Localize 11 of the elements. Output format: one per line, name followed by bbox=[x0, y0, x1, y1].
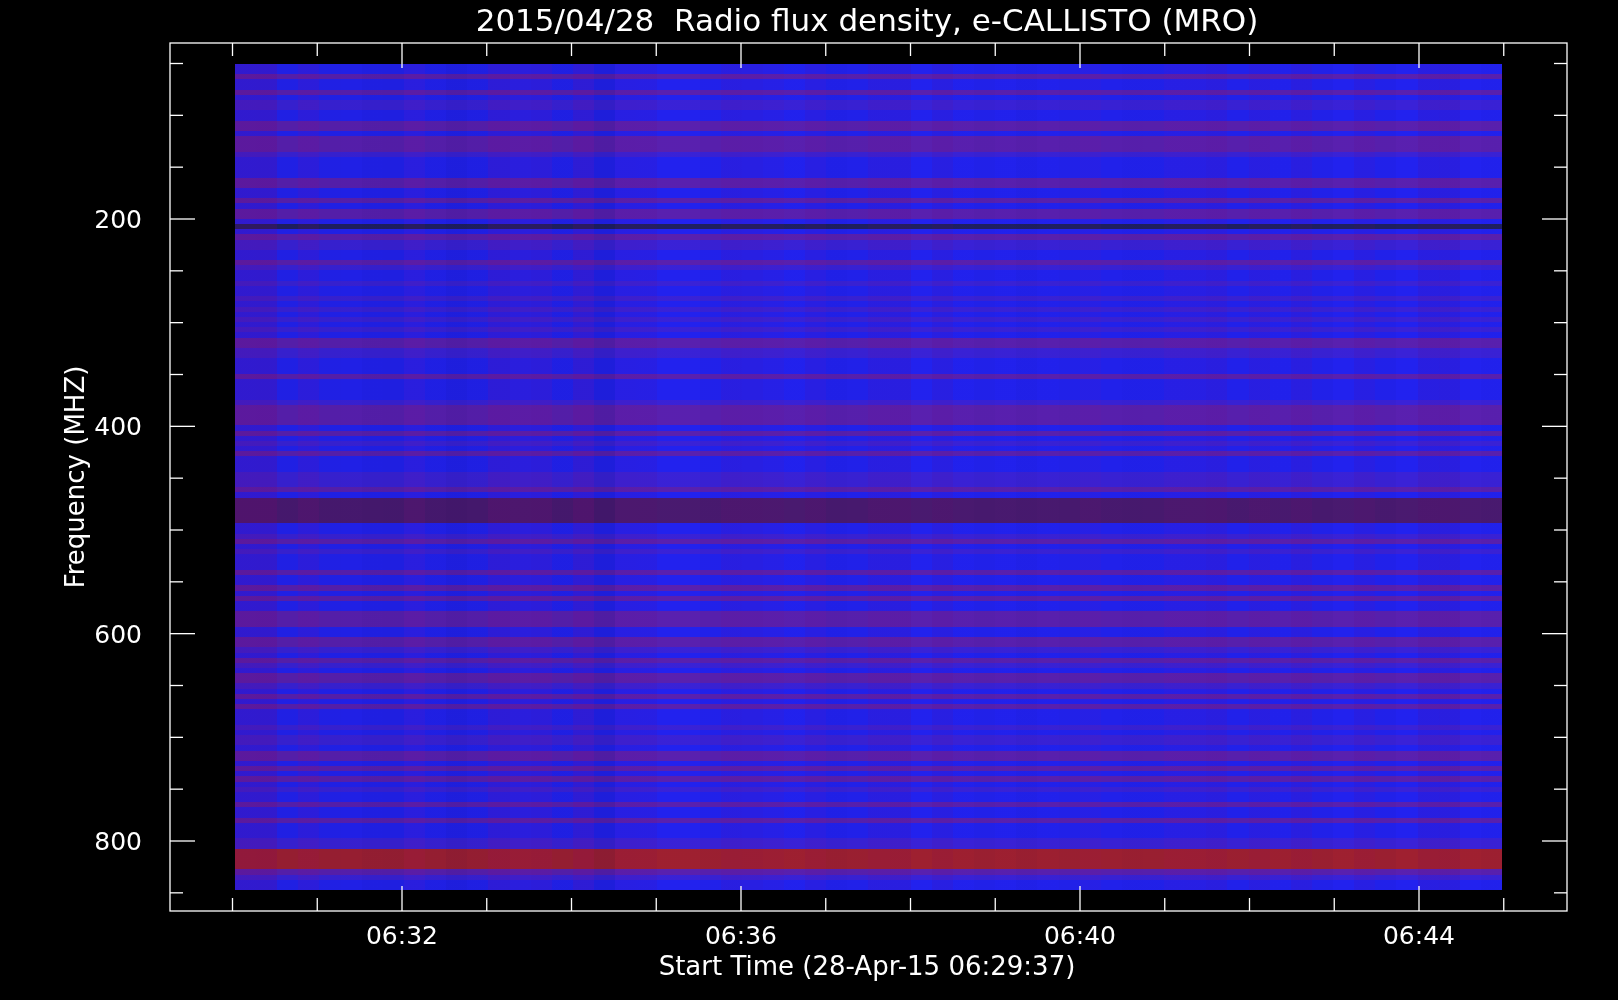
y-tick-label: 200 bbox=[94, 205, 142, 234]
x-tick-label: 06:32 bbox=[366, 921, 438, 950]
y-tick-label: 400 bbox=[94, 412, 142, 442]
y-tick-label: 800 bbox=[94, 827, 142, 856]
y-tick-label: 600 bbox=[94, 619, 142, 649]
x-tick-label: 06:40 bbox=[1044, 921, 1116, 950]
plot-title: 2015/04/28 Radio flux density, e-CALLISTO (MRO) bbox=[475, 2, 1259, 38]
x-axis-label: Start Time (28-Apr-15 06:29:37) bbox=[658, 951, 1076, 981]
x-tick-label: 06:44 bbox=[1383, 921, 1455, 950]
y-axis-label: Frequency (MHZ) bbox=[60, 365, 90, 589]
x-tick-label: 06:36 bbox=[705, 921, 777, 950]
